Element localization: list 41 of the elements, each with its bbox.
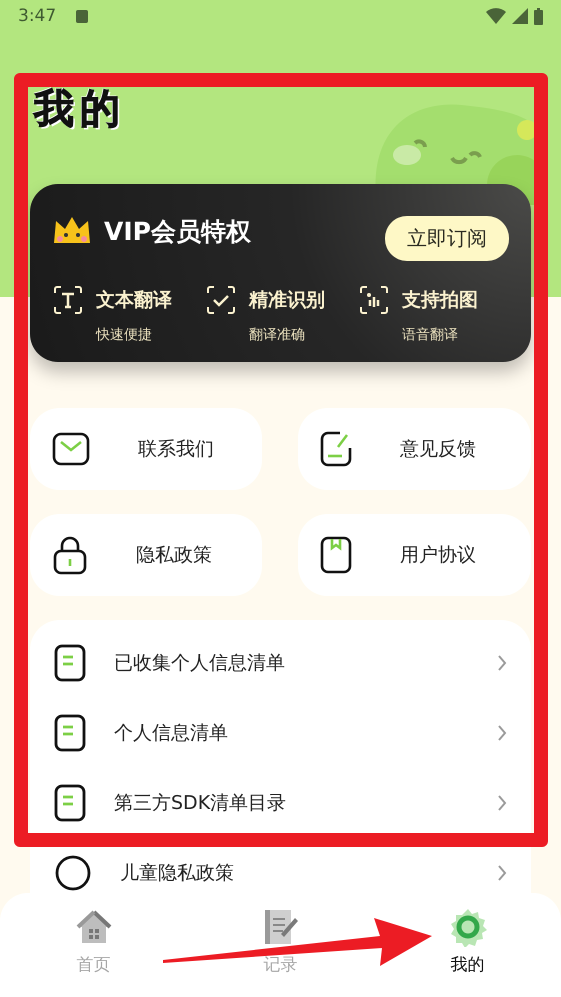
text-scan-icon <box>52 284 84 316</box>
subscribe-button[interactable]: 立即订阅 <box>385 216 509 260</box>
document-icon <box>54 714 86 752</box>
wifi-icon <box>486 8 506 24</box>
list-item-label[interactable]: 已收集个人信息清单 <box>114 650 285 676</box>
bookmark-icon <box>320 536 352 574</box>
page-title: 我的 <box>34 84 126 134</box>
feature-subtitle: 翻译准确 <box>249 326 306 344</box>
chevron-right-icon <box>497 654 507 672</box>
check-scan-icon <box>205 284 237 316</box>
list-item-label[interactable]: 儿童隐私政策 <box>120 860 234 886</box>
tile-label: 意见反馈 <box>400 437 476 462</box>
circle-icon <box>54 854 92 892</box>
document-icon <box>54 784 86 822</box>
vip-title: VIP会员特权 <box>104 216 251 248</box>
list-item-label[interactable]: 个人信息清单 <box>114 720 228 746</box>
tile-label: 用户协议 <box>400 543 476 568</box>
edit-icon <box>320 430 352 468</box>
feature-subtitle: 语音翻译 <box>402 326 459 344</box>
feature-title: 文本翻译 <box>96 288 173 313</box>
menu-tile[interactable]: 联系我们 <box>30 408 262 490</box>
battery-icon <box>534 8 543 24</box>
document-icon <box>54 644 86 682</box>
feature-subtitle: 快速便捷 <box>96 326 153 344</box>
menu-tile[interactable]: 意见反馈 <box>298 408 531 490</box>
tile-label: 联系我们 <box>138 437 214 462</box>
status-time: 3:47 <box>18 6 56 26</box>
chevron-right-icon <box>497 794 507 812</box>
signal-icon <box>512 8 528 24</box>
lock-icon <box>52 535 88 575</box>
list-item-label[interactable]: 第三方SDK清单目录 <box>114 790 286 816</box>
voice-scan-icon <box>358 284 390 316</box>
chevron-right-icon <box>497 864 507 882</box>
feature-title: 精准识别 <box>249 288 326 313</box>
tile-label: 隐私政策 <box>136 543 212 568</box>
menu-tile[interactable]: 隐私政策 <box>30 514 262 596</box>
chevron-right-icon <box>497 724 507 742</box>
mail-icon <box>52 432 90 466</box>
nav-tab[interactable]: 我的 <box>374 893 561 997</box>
feature-title: 支持拍图 <box>402 288 479 313</box>
menu-tile[interactable]: 用户协议 <box>298 514 531 596</box>
